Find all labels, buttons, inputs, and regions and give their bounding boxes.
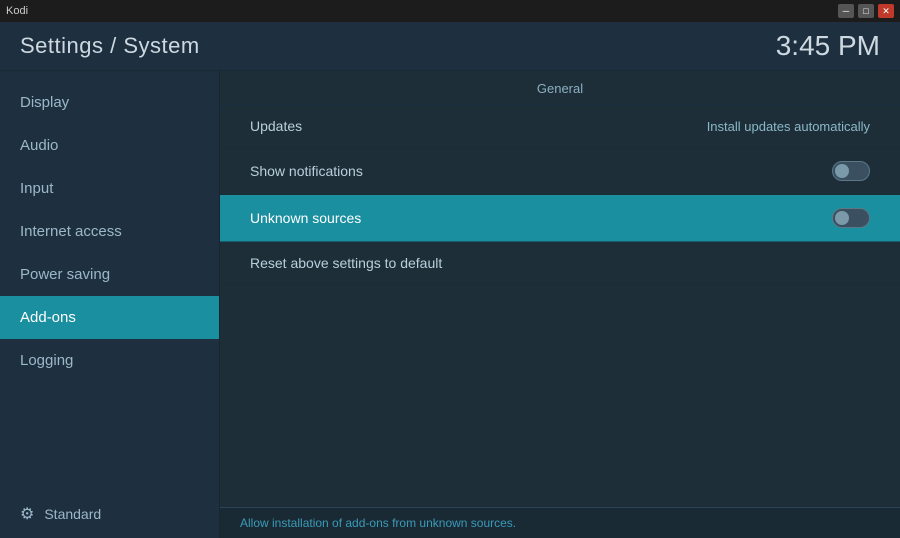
minimize-button[interactable]: ─ — [838, 4, 854, 18]
sidebar-item-addons[interactable]: Add-ons — [0, 296, 219, 339]
setting-row-reset-settings[interactable]: Reset above settings to default — [220, 242, 900, 285]
content-inner: General Updates Install updates automatic… — [220, 71, 900, 507]
maximize-button[interactable]: □ — [858, 4, 874, 18]
setting-label-unknown-sources: Unknown sources — [250, 210, 361, 226]
toggle-show-notifications[interactable] — [832, 161, 870, 181]
gear-icon: ⚙ — [20, 504, 34, 524]
sidebar-item-internet[interactable]: Internet access — [0, 210, 219, 253]
setting-row-unknown-sources[interactable]: Unknown sources — [220, 195, 900, 242]
header: Settings / System 3:45 PM — [0, 22, 900, 71]
section-header: General — [220, 71, 900, 105]
statusbar: Allow installation of add-ons from unkno… — [220, 507, 900, 538]
setting-label-show-notifications: Show notifications — [250, 163, 363, 179]
setting-label-reset-settings: Reset above settings to default — [250, 255, 442, 271]
sidebar-items: DisplayAudioInputInternet accessPower sa… — [0, 81, 219, 382]
sidebar-footer-label: Standard — [44, 506, 101, 522]
close-button[interactable]: ✕ — [878, 4, 894, 18]
sidebar-footer[interactable]: ⚙ Standard — [0, 490, 219, 538]
page-title: Settings / System — [20, 33, 200, 59]
titlebar: Kodi ─ □ ✕ — [0, 0, 900, 22]
sidebar-item-audio[interactable]: Audio — [0, 124, 219, 167]
titlebar-title: Kodi — [6, 5, 28, 17]
sidebar: DisplayAudioInputInternet accessPower sa… — [0, 71, 220, 538]
sidebar-item-power[interactable]: Power saving — [0, 253, 219, 296]
body: DisplayAudioInputInternet accessPower sa… — [0, 71, 900, 538]
sidebar-item-input[interactable]: Input — [0, 167, 219, 210]
setting-value-updates: Install updates automatically — [707, 119, 870, 134]
statusbar-text: Allow installation of add-ons from unkno… — [240, 516, 516, 530]
toggle-unknown-sources[interactable] — [832, 208, 870, 228]
setting-label-updates: Updates — [250, 118, 302, 134]
toggle-knob-unknown-sources — [835, 211, 849, 225]
settings-rows: Updates Install updates automatically Show… — [220, 105, 900, 285]
toggle-knob-show-notifications — [835, 164, 849, 178]
setting-row-updates[interactable]: Updates Install updates automatically — [220, 105, 900, 148]
app: Settings / System 3:45 PM DisplayAudioIn… — [0, 22, 900, 538]
titlebar-controls: ─ □ ✕ — [838, 4, 894, 18]
clock: 3:45 PM — [776, 30, 880, 62]
setting-row-show-notifications[interactable]: Show notifications — [220, 148, 900, 195]
content-area: General Updates Install updates automatic… — [220, 71, 900, 538]
sidebar-item-display[interactable]: Display — [0, 81, 219, 124]
sidebar-item-logging[interactable]: Logging — [0, 339, 219, 382]
